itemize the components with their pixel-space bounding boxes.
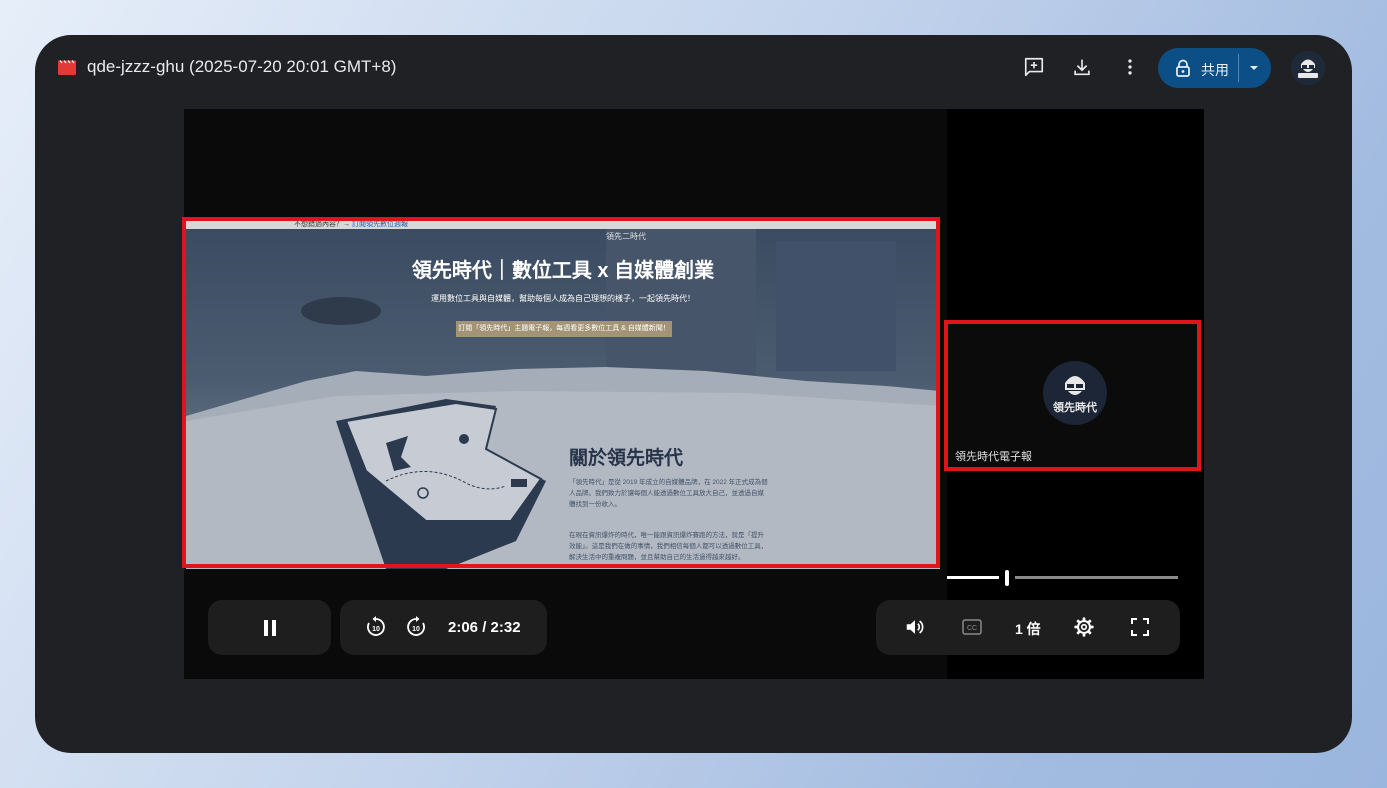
pause-button[interactable] xyxy=(208,600,331,655)
title-bar: qde-jzzz-ghu (2025-07-20 20:01 GMT+8) 共用 xyxy=(35,35,1352,101)
rewind-10-button[interactable]: 10 xyxy=(362,613,390,641)
playback-time: 2:06 / 2:32 xyxy=(448,619,521,636)
more-vert-icon xyxy=(1128,59,1132,75)
volume-button[interactable] xyxy=(901,613,929,641)
settings-gear-icon xyxy=(1074,617,1094,637)
screen-share-highlight xyxy=(182,217,940,568)
playback-settings-group: CC 1 倍 xyxy=(876,600,1180,655)
pause-icon xyxy=(263,619,276,636)
seek-bar-played xyxy=(947,576,999,579)
add-comment-button[interactable] xyxy=(1019,52,1049,82)
arrow-drop-down-icon[interactable] xyxy=(1248,60,1260,76)
file-title: qde-jzzz-ghu (2025-07-20 20:01 GMT+8) xyxy=(87,57,397,76)
seek-controls-group: 10 10 2:06 / 2:32 xyxy=(340,600,547,655)
user-avatar-icon xyxy=(1291,51,1325,85)
account-avatar[interactable] xyxy=(1291,51,1325,85)
fullscreen-icon xyxy=(1131,618,1149,636)
participant-avatar-icon xyxy=(1065,376,1085,395)
download-icon xyxy=(1074,59,1090,76)
volume-up-icon xyxy=(906,620,924,634)
svg-text:10: 10 xyxy=(412,626,420,633)
video-player[interactable]: 不想錯過內容？→ 訂閱領先數位週報 領先二時代 領先時代｜數位工具 x 自媒體創… xyxy=(182,109,1204,679)
seek-bar[interactable] xyxy=(947,570,1180,586)
participant-tile: 領先時代 領先時代電子報 xyxy=(944,320,1201,471)
duration: 2:32 xyxy=(490,619,521,636)
settings-button[interactable] xyxy=(1070,613,1098,641)
share-divider xyxy=(1238,54,1239,82)
add-comment-icon xyxy=(1024,57,1044,77)
current-time: 2:06 xyxy=(448,619,479,636)
seek-bar-remaining xyxy=(1015,576,1178,579)
forward-10-icon: 10 xyxy=(407,616,425,636)
time-separator: / xyxy=(482,619,487,636)
video-file-icon xyxy=(58,60,76,75)
captions-button[interactable]: CC xyxy=(958,613,986,641)
play-pause-group xyxy=(208,600,331,655)
svg-text:10: 10 xyxy=(372,626,380,633)
replay-10-icon: 10 xyxy=(367,616,385,636)
closed-caption-icon: CC xyxy=(962,619,982,635)
share-button[interactable]: 共用 xyxy=(1158,48,1271,88)
drive-video-preview-window: qde-jzzz-ghu (2025-07-20 20:01 GMT+8) 共用… xyxy=(35,35,1352,753)
forward-10-button[interactable]: 10 xyxy=(402,613,430,641)
participant-avatar-text: 領先時代 xyxy=(1053,402,1097,414)
lock-icon xyxy=(1176,59,1190,77)
playback-speed-button[interactable]: 1 倍 xyxy=(1015,619,1041,639)
share-label: 共用 xyxy=(1201,62,1229,78)
more-options-button[interactable] xyxy=(1115,52,1145,82)
participant-avatar: 領先時代 xyxy=(1043,361,1107,425)
participant-name: 領先時代電子報 xyxy=(955,451,1032,463)
fullscreen-button[interactable] xyxy=(1126,613,1154,641)
download-button[interactable] xyxy=(1067,52,1097,82)
seek-bar-handle[interactable] xyxy=(1005,570,1009,586)
svg-text:CC: CC xyxy=(967,625,977,632)
